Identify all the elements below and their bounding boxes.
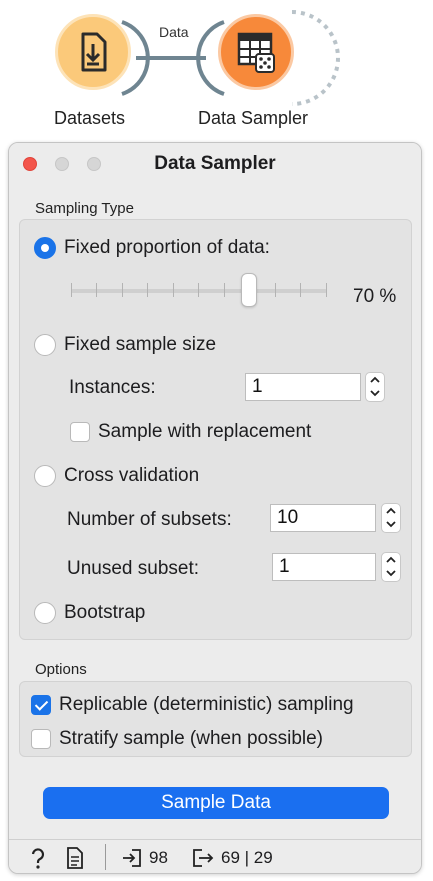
slider-tick [71,283,72,297]
fixed-proportion-label[interactable]: Fixed proportion of data: [64,237,270,259]
slider-tick [173,283,174,297]
workflow-canvas: Data Datasets Data Sampler [0,0,433,140]
sampling-type-label: Sampling Type [35,200,134,217]
slider-tick [300,283,301,297]
proportion-slider-track[interactable] [71,289,327,293]
slider-tick [275,283,276,297]
chevron-up-icon[interactable] [382,504,400,518]
proportion-value: 70 % [353,286,397,307]
table-dice-icon [237,32,275,73]
proportion-slider-thumb[interactable] [241,273,257,307]
bootstrap-label[interactable]: Bootstrap [64,602,145,624]
slider-tick [198,283,199,297]
slider-tick [96,283,97,297]
replicable-sampling-label[interactable]: Replicable (deterministic) sampling [59,694,354,716]
fixed-proportion-radio[interactable] [34,237,56,259]
slider-tick [326,283,327,297]
sample-with-replacement-label[interactable]: Sample with replacement [98,421,311,443]
title-bar: Data Sampler [9,143,421,185]
file-import-icon [81,32,107,72]
input-data-icon [123,849,141,867]
output-counts: 69 | 29 [221,848,273,867]
chevron-up-icon[interactable] [382,553,400,567]
input-count: 98 [149,848,168,867]
data-sampler-node[interactable] [218,14,294,90]
report-icon[interactable] [65,846,85,870]
help-icon[interactable] [27,846,49,870]
chevron-down-icon[interactable] [366,387,384,401]
chevron-down-icon[interactable] [382,567,400,581]
instances-input[interactable] [245,373,361,401]
options-label: Options [35,661,87,678]
status-divider [105,844,106,870]
replicable-sampling-checkbox[interactable] [31,695,51,715]
status-bar: 98 69 | 29 [9,839,421,873]
link-label: Data [159,24,189,40]
instances-label: Instances: [69,377,156,398]
sample-data-button[interactable]: Sample Data [43,787,389,819]
datasets-node-label: Datasets [54,108,126,128]
output-data-icon [193,849,214,867]
unused-subset-stepper[interactable] [381,552,401,582]
chevron-up-icon[interactable] [366,373,384,387]
data-sampler-node-label: Data Sampler [198,108,309,128]
sample-with-replacement-checkbox[interactable] [70,422,90,442]
chevron-down-icon[interactable] [382,518,400,532]
slider-tick [224,283,225,297]
datasets-node[interactable] [55,14,131,90]
cross-validation-label[interactable]: Cross validation [64,465,199,487]
number-of-subsets-stepper[interactable] [381,503,401,533]
cross-validation-radio[interactable] [34,465,56,487]
stratify-sample-checkbox[interactable] [31,729,51,749]
stratify-sample-label[interactable]: Stratify sample (when possible) [59,728,323,750]
window-title: Data Sampler [154,153,276,174]
number-of-subsets-input[interactable] [270,504,376,532]
instances-stepper[interactable] [365,372,385,402]
fixed-sample-size-label[interactable]: Fixed sample size [64,334,216,356]
unused-subset-input[interactable] [272,553,376,581]
unused-subset-label: Unused subset: [67,558,200,579]
data-sampler-window: Data Sampler Sampling Type Fixed proport… [8,142,422,874]
fixed-sample-size-radio[interactable] [34,334,56,356]
slider-tick [147,283,148,297]
number-of-subsets-label: Number of subsets: [67,509,232,530]
slider-tick [122,283,123,297]
bootstrap-radio[interactable] [34,602,56,624]
